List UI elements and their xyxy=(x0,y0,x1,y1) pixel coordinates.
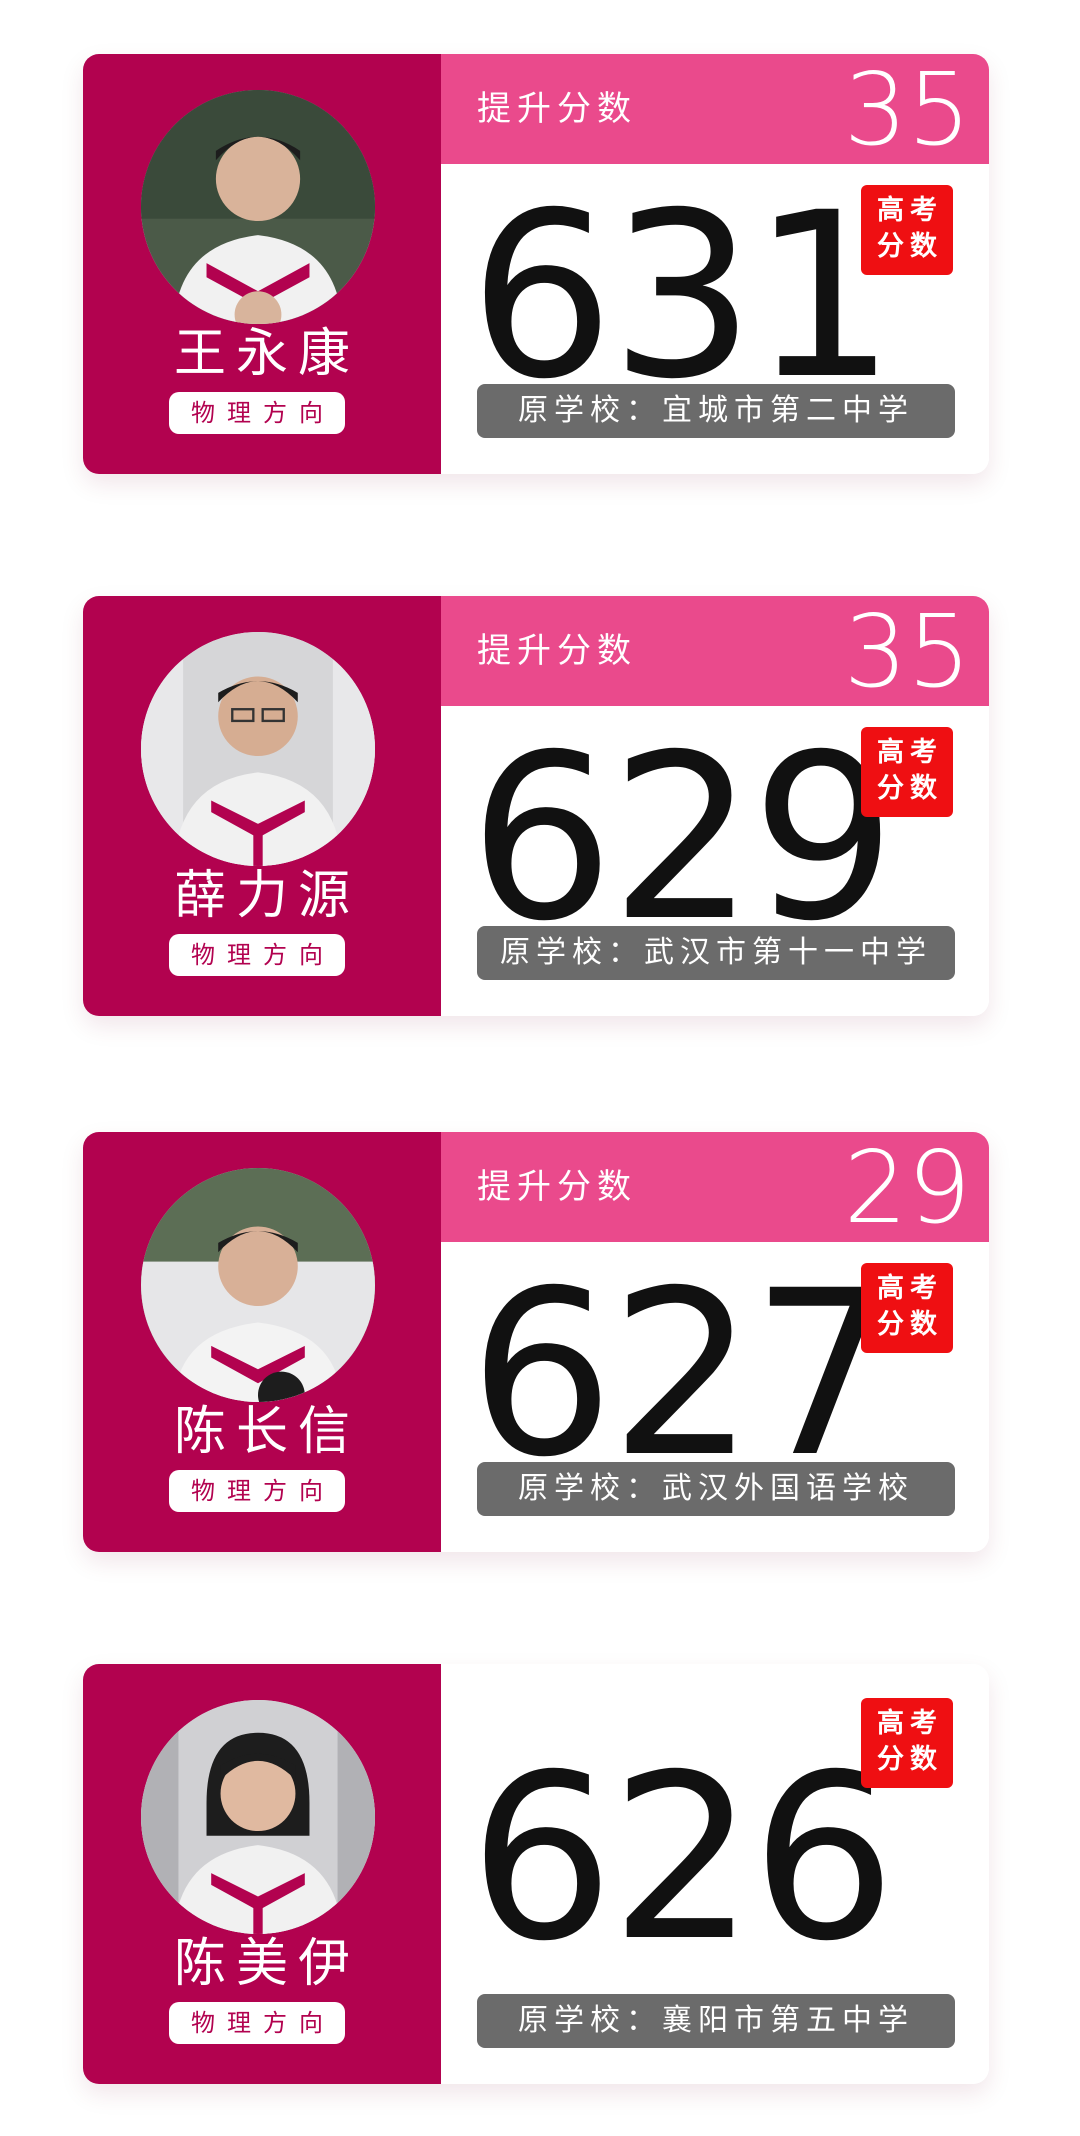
score-panel: 提升分数 35 629 高考 分数 原学校：武汉市第十一中学 xyxy=(441,596,989,1016)
student-card: 陈美伊 物理方向 626 高考 分数 原学校：襄阳市第五中学 xyxy=(83,1664,989,2084)
subject-direction-tag: 物理方向 xyxy=(169,934,345,976)
student-profile-panel: 薛力源 物理方向 xyxy=(83,596,441,1016)
improvement-value: 35 xyxy=(843,54,971,168)
exam-score: 629 xyxy=(469,705,896,971)
badge-line-2: 分数 xyxy=(877,1744,943,1775)
portrait-icon xyxy=(141,90,375,324)
badge-line-1: 高考 xyxy=(877,1273,943,1304)
student-photo xyxy=(141,1700,375,1934)
student-name: 薛力源 xyxy=(173,866,360,926)
improvement-band: 提升分数 35 xyxy=(441,596,989,706)
student-profile-panel: 陈美伊 物理方向 xyxy=(83,1664,441,2084)
gaokao-score-badge: 高考 分数 xyxy=(861,1698,953,1788)
improvement-value: 29 xyxy=(843,1132,971,1246)
student-name: 陈长信 xyxy=(173,1402,360,1462)
score-panel: 提升分数 35 631 高考 分数 原学校：宜城市第二中学 xyxy=(441,54,989,474)
student-card: 陈长信 物理方向 提升分数 29 627 高考 分数 原学校：武汉外国语学校 xyxy=(83,1132,989,1552)
student-card: 王永康 物理方向 提升分数 35 631 高考 分数 原学校：宜城市第二中学 xyxy=(83,54,989,474)
subject-direction-tag: 物理方向 xyxy=(169,392,345,434)
original-school: 原学校：宜城市第二中学 xyxy=(477,384,955,438)
gaokao-score-badge: 高考 分数 xyxy=(861,727,953,817)
score-panel: 626 高考 分数 原学校：襄阳市第五中学 xyxy=(441,1664,989,2084)
student-card: 薛力源 物理方向 提升分数 35 629 高考 分数 原学校：武汉市第十一中学 xyxy=(83,596,989,1016)
portrait-icon xyxy=(141,1168,375,1402)
badge-line-1: 高考 xyxy=(877,195,943,226)
gaokao-score-badge: 高考 分数 xyxy=(861,185,953,275)
badge-line-2: 分数 xyxy=(877,231,943,262)
original-school: 原学校：武汉外国语学校 xyxy=(477,1462,955,1516)
student-photo xyxy=(141,90,375,324)
student-photo xyxy=(141,632,375,866)
badge-line-2: 分数 xyxy=(877,1309,943,1340)
student-profile-panel: 王永康 物理方向 xyxy=(83,54,441,474)
gaokao-score-badge: 高考 分数 xyxy=(861,1263,953,1353)
subject-direction-tag: 物理方向 xyxy=(169,2002,345,2044)
original-school: 原学校：武汉市第十一中学 xyxy=(477,926,955,980)
student-profile-panel: 陈长信 物理方向 xyxy=(83,1132,441,1552)
improvement-label: 提升分数 xyxy=(477,89,637,129)
score-panel: 提升分数 29 627 高考 分数 原学校：武汉外国语学校 xyxy=(441,1132,989,1552)
exam-score: 626 xyxy=(469,1725,896,1991)
badge-line-1: 高考 xyxy=(877,1708,943,1739)
improvement-label: 提升分数 xyxy=(477,631,637,671)
improvement-label: 提升分数 xyxy=(477,1167,637,1207)
improvement-band: 提升分数 29 xyxy=(441,1132,989,1242)
student-name: 陈美伊 xyxy=(173,1934,360,1994)
student-name: 王永康 xyxy=(173,324,360,384)
badge-line-1: 高考 xyxy=(877,737,943,768)
improvement-value: 35 xyxy=(843,596,971,710)
original-school: 原学校：襄阳市第五中学 xyxy=(477,1994,955,2048)
student-photo xyxy=(141,1168,375,1402)
badge-line-2: 分数 xyxy=(877,773,943,804)
exam-score: 631 xyxy=(469,163,896,429)
portrait-icon xyxy=(141,1700,375,1934)
portrait-icon xyxy=(141,632,375,866)
improvement-band: 提升分数 35 xyxy=(441,54,989,164)
exam-score: 627 xyxy=(469,1241,896,1507)
subject-direction-tag: 物理方向 xyxy=(169,1470,345,1512)
